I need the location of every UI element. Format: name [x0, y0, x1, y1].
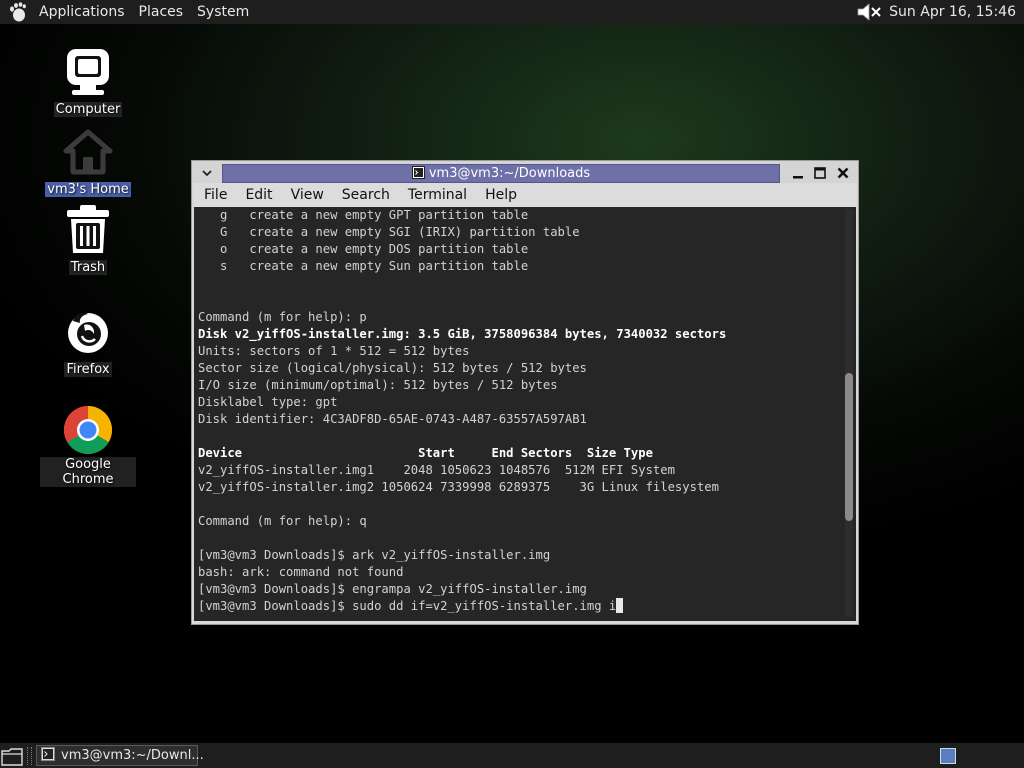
terminal-line-text: g create a new empty GPT partition table [198, 208, 529, 222]
terminal-line-text: [vm3@vm3 Downloads]$ engrampa v2_yiffOS-… [198, 582, 587, 596]
panel-tray: Sun Apr 16, 15:46 [855, 1, 1024, 23]
desktop-icon-home[interactable]: vm3's Home [40, 126, 136, 197]
desktop-icon-label: Firefox [64, 362, 112, 377]
menu-edit[interactable]: Edit [235, 183, 280, 207]
terminal-window: vm3@vm3:~/Downloads File Edit View Searc… [191, 160, 859, 625]
terminal-line: [vm3@vm3 Downloads]$ sudo dd if=v2_yiffO… [198, 598, 838, 615]
top-panel: Applications Places System Sun Apr 16, 1… [0, 0, 1024, 24]
terminal-line-text: I/O size (minimum/optimal): 512 bytes / … [198, 378, 558, 392]
terminal-lines: g create a new empty GPT partition table… [198, 207, 838, 615]
clock[interactable]: Sun Apr 16, 15:46 [889, 4, 1016, 20]
chrome-icon [62, 404, 114, 456]
terminal-line-text: o create a new empty DOS partition table [198, 242, 529, 256]
terminal-line: Disk identifier: 4C3ADF8D-65AE-0743-A487… [198, 411, 838, 428]
desktop-icon-label: Google Chrome [40, 457, 136, 487]
text-cursor [616, 598, 624, 613]
gnome-foot-icon[interactable] [8, 2, 28, 22]
terminal-line-text: Device Start End Sectors Size Type [198, 446, 653, 460]
terminal-line-text: Command (m for help): q [198, 514, 367, 528]
show-desktop-icon[interactable] [1, 745, 23, 767]
terminal-line: [vm3@vm3 Downloads]$ engrampa v2_yiffOS-… [198, 581, 838, 598]
workspace-switcher[interactable] [940, 748, 956, 764]
desktop-icon-computer[interactable]: Computer [40, 46, 136, 117]
menu-search[interactable]: Search [332, 183, 398, 207]
terminal-line-text: Sector size (logical/physical): 512 byte… [198, 361, 587, 375]
desktop-icon-chrome[interactable]: Google Chrome [40, 404, 136, 487]
terminal-line: s create a new empty Sun partition table [198, 258, 838, 275]
scrollbar[interactable] [845, 209, 853, 617]
terminal-line-text: s create a new empty Sun partition table [198, 259, 529, 273]
terminal-line: Command (m for help): p [198, 309, 838, 326]
menubar: File Edit View Search Terminal Help [194, 183, 856, 207]
window-title-bar[interactable]: vm3@vm3:~/Downloads [222, 164, 780, 183]
taskbar-separator [27, 746, 32, 765]
terminal-line-text: Units: sectors of 1 * 512 = 512 bytes [198, 344, 470, 358]
terminal-line-text: v2_yiffOS-installer.img1 2048 1050623 10… [198, 463, 675, 477]
desktop-icon-label: Trash [68, 260, 108, 275]
terminal-line: I/O size (minimum/optimal): 512 bytes / … [198, 377, 838, 394]
terminal-line: bash: ark: command not found [198, 564, 838, 581]
menu-help[interactable]: Help [475, 183, 525, 207]
terminal-line: g create a new empty GPT partition table [198, 207, 838, 224]
menu-applications[interactable]: Applications [32, 0, 132, 24]
terminal-line: Disklabel type: gpt [198, 394, 838, 411]
terminal-line: v2_yiffOS-installer.img2 1050624 7339998… [198, 479, 838, 496]
firefox-icon [62, 306, 114, 358]
terminal-line: [vm3@vm3 Downloads]$ ark v2_yiffOS-insta… [198, 547, 838, 564]
desktop-icon-firefox[interactable]: Firefox [40, 306, 136, 377]
maximize-icon[interactable] [812, 165, 828, 181]
terminal-line-text: Disklabel type: gpt [198, 395, 338, 409]
terminal-line-text: Command (m for help): p [198, 310, 367, 324]
scrollbar-thumb[interactable] [845, 373, 853, 521]
menu-places[interactable]: Places [132, 0, 191, 24]
menu-terminal[interactable]: Terminal [398, 183, 475, 207]
computer-icon [62, 46, 114, 98]
terminal-line: Sector size (logical/physical): 512 byte… [198, 360, 838, 377]
titlebar[interactable]: vm3@vm3:~/Downloads [192, 161, 858, 183]
volume-muted-icon[interactable] [855, 1, 885, 23]
terminal-line: v2_yiffOS-installer.img1 2048 1050623 10… [198, 462, 838, 479]
terminal-output[interactable]: g create a new empty GPT partition table… [194, 207, 856, 621]
trash-icon [62, 204, 114, 256]
menu-system[interactable]: System [190, 0, 256, 24]
terminal-line-text: Disk v2_yiffOS-installer.img: 3.5 GiB, 3… [198, 327, 727, 341]
terminal-line: o create a new empty DOS partition table [198, 241, 838, 258]
terminal-line-text: [vm3@vm3 Downloads]$ ark v2_yiffOS-insta… [198, 548, 551, 562]
bottom-panel: vm3@vm3:~/Downl... [0, 743, 1024, 768]
terminal-line: Disk v2_yiffOS-installer.img: 3.5 GiB, 3… [198, 326, 838, 343]
terminal-line-text: G create a new empty SGI (IRIX) partitio… [198, 225, 580, 239]
menu-view[interactable]: View [281, 183, 332, 207]
terminal-line-text: [vm3@vm3 Downloads]$ sudo dd if=v2_yiffO… [198, 599, 617, 613]
terminal-line-text: bash: ark: command not found [198, 565, 404, 579]
terminal-line: Units: sectors of 1 * 512 = 512 bytes [198, 343, 838, 360]
terminal-icon [411, 166, 425, 184]
taskbar-terminal-button[interactable]: vm3@vm3:~/Downl... [36, 745, 204, 766]
home-folder-icon [62, 126, 114, 178]
terminal-line: Device Start End Sectors Size Type [198, 445, 838, 462]
terminal-line: Command (m for help): q [198, 513, 838, 530]
desktop-icon-label: vm3's Home [45, 182, 131, 197]
minimize-icon[interactable] [790, 165, 806, 181]
window-title: vm3@vm3:~/Downloads [428, 166, 591, 181]
terminal-line: G create a new empty SGI (IRIX) partitio… [198, 224, 838, 241]
menu-file[interactable]: File [194, 183, 235, 207]
close-icon[interactable] [835, 165, 851, 181]
taskbar-terminal-label: vm3@vm3:~/Downl... [61, 748, 204, 763]
terminal-line-text: Disk identifier: 4C3ADF8D-65AE-0743-A487… [198, 412, 587, 426]
desktop-icon-label: Computer [53, 102, 123, 117]
terminal-icon [41, 746, 55, 765]
desktop-icon-trash[interactable]: Trash [40, 204, 136, 275]
window-menu-chevron-icon[interactable] [200, 165, 214, 179]
terminal-line-text: v2_yiffOS-installer.img2 1050624 7339998… [198, 480, 719, 494]
